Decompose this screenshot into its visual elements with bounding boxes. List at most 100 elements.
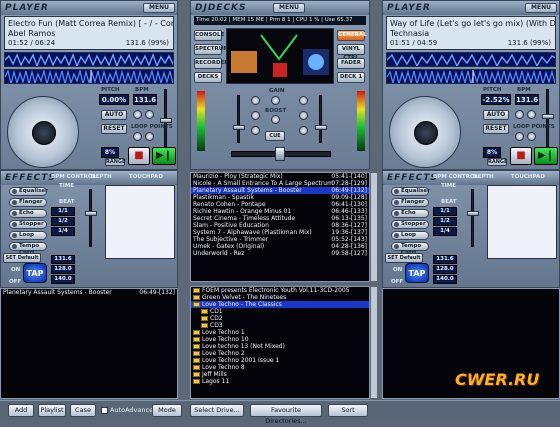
right-stop-button[interactable]: ■ [510, 147, 532, 165]
folder-row[interactable]: Love Techno 10 [191, 336, 369, 343]
left-range-button[interactable]: RANGE [105, 158, 125, 166]
right-pitch-slider-handle[interactable] [542, 114, 554, 119]
spectrum-button[interactable]: SPECTRUM [194, 44, 229, 55]
left-stop-button[interactable]: ■ [128, 147, 150, 165]
right-play-button[interactable]: ▶❙ [534, 147, 558, 165]
left-loop-knob-2[interactable] [145, 132, 154, 141]
folder-row[interactable]: FOEM presents Electronic Youth Vol.11-3C… [191, 287, 369, 294]
left-channel-fader-track[interactable] [237, 95, 240, 143]
deck-1-button[interactable]: DECK 1 [337, 72, 365, 83]
playlist-row[interactable]: Planetary Assault Systems - Booster 06:49… [191, 187, 369, 194]
folder-row[interactable]: Love Techno - The Classics [191, 301, 369, 308]
right-effect-flanger[interactable]: Flanger [391, 198, 429, 207]
left-effect-loop[interactable]: Loop [9, 231, 47, 240]
folder-row[interactable]: Jeff Mills [191, 371, 369, 378]
folder-row[interactable]: Love Techno 2 [191, 350, 369, 357]
right-eq-high-knob[interactable] [299, 96, 308, 105]
right-effect-equaliser[interactable]: Equaliser [391, 187, 430, 196]
folder-row[interactable]: Love Techno 1 [191, 329, 369, 336]
right-effect-tempo[interactable]: Tempo Cntrl [391, 242, 429, 256]
left-beat-1[interactable]: 1/1 [51, 207, 75, 216]
left-set-default-button[interactable]: SET Default [3, 253, 41, 263]
playlist-row[interactable]: Maurizio - Ploy (Strategic Mix) 05:41-[14… [191, 173, 369, 180]
left-effect-echo[interactable]: Echo [9, 209, 47, 218]
left-pitch-slider-handle[interactable] [160, 118, 172, 123]
cue-button[interactable]: CUE [265, 131, 285, 141]
right-channel-fader-track[interactable] [319, 95, 322, 143]
general-button[interactable]: GENERAL [337, 30, 367, 41]
playlist-row[interactable]: Secret Cinema - Timeless Attitude 06:13-[… [191, 215, 369, 222]
playlist-row[interactable]: Slam - Positive Education 08:36-[127] [191, 222, 369, 229]
left-pitch-knob-2[interactable] [145, 110, 154, 119]
right-beat-3[interactable]: 1/4 [433, 227, 457, 236]
vinyl-control-button[interactable]: VINYL CTRL [337, 44, 365, 61]
playlist-row[interactable]: Nicole - A Small Entrance To A Large Spe… [191, 180, 369, 187]
folder-row[interactable]: Lagos 11 [191, 378, 369, 385]
left-beat-3[interactable]: 1/4 [51, 227, 75, 236]
left-effect-equaliser[interactable]: Equaliser [9, 187, 48, 196]
right-depth-slider[interactable] [471, 189, 474, 247]
console-button[interactable]: CONSOLE [194, 30, 224, 41]
left-effect-stopper[interactable]: Stopper [9, 220, 47, 229]
folder-row[interactable]: Green Velvet - The Ninetees [191, 294, 369, 301]
left-waveform-overview[interactable] [4, 52, 174, 67]
playlist-button[interactable]: Playlist [38, 404, 66, 417]
center-menu-button[interactable]: MENU [273, 3, 305, 13]
right-tap-button[interactable]: TAP [405, 263, 429, 283]
queue-row[interactable]: Planetary Assault Systems - Booster 06:49… [1, 289, 177, 296]
playlist-row[interactable]: Richie Hawtin - Orange Minus 01 06:46-[13… [191, 208, 369, 215]
right-effect-echo[interactable]: Echo [391, 209, 429, 218]
left-depth-handle[interactable] [85, 211, 97, 216]
right-beat-1[interactable]: 1/1 [433, 207, 457, 216]
right-pitch-slider-track[interactable] [546, 89, 549, 151]
right-touchpad[interactable] [487, 185, 557, 259]
playlist-row[interactable]: Plastikman - Spastik 09:09-[128] [191, 194, 369, 201]
folder-row[interactable]: CD3 [191, 322, 369, 329]
left-effect-tempo[interactable]: Tempo Cntrl [9, 242, 47, 256]
right-beat-2[interactable]: 1/2 [433, 217, 457, 226]
playlist-row[interactable]: Umek - Gatex (Original) 04:28-[136] [191, 243, 369, 250]
case-button[interactable]: Case [70, 404, 96, 417]
left-beat-2[interactable]: 1/2 [51, 217, 75, 226]
folder-row[interactable]: CD2 [191, 315, 369, 322]
right-effect-loop[interactable]: Loop [391, 231, 429, 240]
right-set-default-button[interactable]: SET Default [385, 253, 423, 263]
folder-row[interactable]: CD1 [191, 308, 369, 315]
playlist-row[interactable]: The Subjective - Trimmer 05:52-[143] [191, 236, 369, 243]
left-effect-flanger[interactable]: Flanger [9, 198, 47, 207]
left-auto-button[interactable]: AUTO [101, 110, 127, 120]
right-pitch-knob-1[interactable] [515, 110, 524, 119]
left-play-button[interactable]: ▶❙ [152, 147, 176, 165]
left-jog-wheel[interactable] [7, 96, 79, 168]
right-pitch-knob-2[interactable] [527, 110, 536, 119]
crossfader-handle[interactable] [275, 147, 285, 161]
right-auto-button[interactable]: AUTO [483, 110, 509, 120]
right-waveform-overview[interactable] [386, 52, 556, 67]
right-waveform-zoom[interactable] [386, 69, 556, 84]
boost-knob[interactable] [271, 115, 280, 124]
sort-button[interactable]: Sort [328, 404, 368, 417]
right-eq-low-knob[interactable] [299, 126, 308, 135]
left-eq-high-knob[interactable] [251, 96, 260, 105]
playlist-row[interactable]: System 7 - Alphawave (Plastikman Mix) 19:… [191, 229, 369, 236]
mode-button[interactable]: Mode [152, 404, 182, 417]
fader-button[interactable]: FADER [337, 58, 365, 69]
left-pitch-knob-1[interactable] [133, 110, 142, 119]
left-reset-button[interactable]: RESET [101, 124, 127, 134]
right-range-button[interactable]: RANGE [487, 158, 507, 166]
favourite-directories-button[interactable]: Favourite Directories... [250, 404, 322, 425]
auto-advance-checkbox[interactable] [101, 407, 108, 414]
recorder-button[interactable]: RECORDER [194, 58, 229, 69]
right-loop-knob-1[interactable] [515, 132, 524, 141]
left-depth-slider[interactable] [89, 189, 92, 247]
left-touchpad[interactable] [105, 185, 175, 259]
left-menu-button[interactable]: MENU [143, 3, 175, 13]
right-channel-fader-handle[interactable] [315, 125, 327, 130]
folder-row[interactable]: Love Techno 8 [191, 364, 369, 371]
playlist-row[interactable]: Underworld - Rez 09:58-[127] [191, 250, 369, 257]
left-waveform-zoom[interactable] [4, 69, 174, 84]
decks-button[interactable]: DECKS [194, 72, 222, 83]
right-jog-wheel[interactable] [389, 96, 461, 168]
right-depth-handle[interactable] [467, 211, 479, 216]
left-tap-button[interactable]: TAP [23, 263, 47, 283]
